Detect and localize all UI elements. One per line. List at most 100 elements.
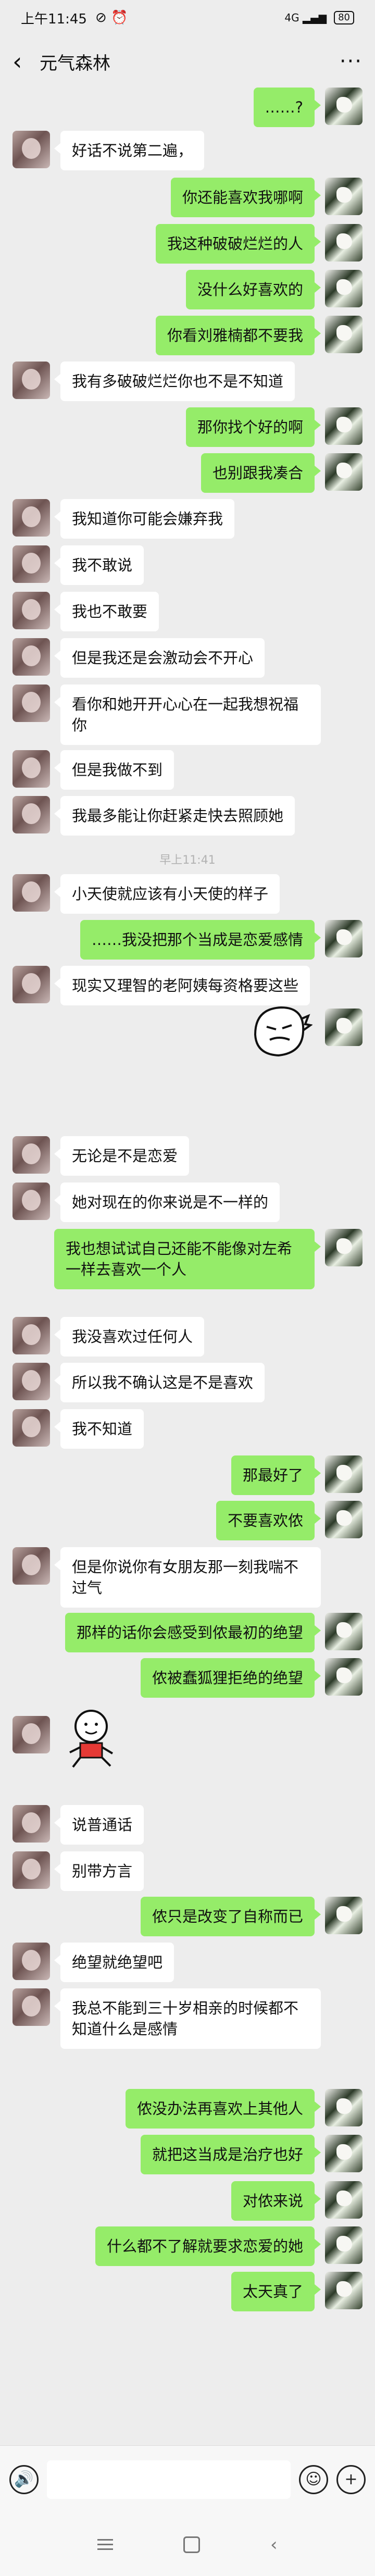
self-avatar[interactable] [325,316,362,353]
system-nav-bar: ‹ [0,2513,375,2576]
self-avatar[interactable] [325,2089,362,2126]
message-bubble[interactable]: 但是你说你有女朋友那一刻我喘不过气 [54,1547,321,1608]
contact-avatar[interactable] [12,1409,50,1447]
contact-avatar[interactable] [12,1136,50,1174]
nav-back-icon[interactable]: ‹ [270,2534,278,2555]
contact-avatar[interactable] [12,1317,50,1354]
contact-avatar[interactable] [12,638,50,676]
contact-avatar[interactable] [12,1943,50,1980]
message-bubble[interactable]: ……我没把那个当成是恋爱感情 [80,920,321,960]
sticker-image[interactable] [245,998,313,1065]
message-bubble[interactable]: 说普通话 [54,1805,144,1845]
message-bubble[interactable]: ……? [253,88,321,127]
status-bar: 上午11:45 ⊘ ⏰ 4G ▂▄▆ 80 [0,0,375,35]
message-bubble[interactable]: 我没喜欢过任何人 [54,1317,205,1357]
message-bubble[interactable]: 好话不说第二遍， [54,131,205,170]
message-bubble[interactable]: 我有多破破烂烂你也不是不知道 [54,362,295,401]
contact-avatar[interactable] [12,1183,50,1220]
contact-avatar[interactable] [12,1363,50,1400]
chat-title: 元气森林 [40,53,110,74]
message-bubble[interactable]: 太天真了 [231,2272,321,2311]
back-icon[interactable]: ‹ [12,47,33,76]
message-bubble[interactable]: 但是我还是会激动会不开心 [54,638,265,678]
message-bubble[interactable]: 不要喜欢侬 [216,1501,321,1540]
message-bubble[interactable]: 我也不敢要 [54,592,159,631]
message-bubble[interactable]: 那样的话你会感受到侬最初的绝望 [65,1613,321,1652]
self-avatar[interactable] [325,1455,362,1493]
message-bubble[interactable]: 侬被蠢狐狸拒绝的绝望 [140,1658,321,1698]
contact-avatar[interactable] [12,1716,50,1753]
message-bubble[interactable]: 所以我不确认这是不是喜欢 [54,1363,265,1402]
message-bubble[interactable]: 我这种破破烂烂的人 [155,224,321,264]
contact-avatar[interactable] [12,1988,50,2026]
battery-icon: 80 [334,11,354,24]
contact-avatar[interactable] [12,592,50,629]
message-bubble[interactable]: 我最多能让你赶紧走快去照顾她 [54,796,295,836]
message-bubble[interactable]: 那你找个好的啊 [185,407,321,447]
self-avatar[interactable] [325,1229,362,1266]
message-bubble[interactable]: 也别跟我凑合 [201,453,321,493]
contact-avatar[interactable] [12,499,50,537]
message-bubble[interactable]: 就把这当成是治疗也好 [140,2135,321,2174]
self-avatar[interactable] [325,1897,362,1934]
message-bubble[interactable]: 你看刘雅楠都不要我 [155,316,321,355]
more-icon[interactable]: ··· [340,49,362,73]
self-avatar[interactable] [325,453,362,491]
contact-avatar[interactable] [12,362,50,399]
emoji-icon[interactable]: ☺ [299,2465,328,2494]
sticker-image[interactable] [63,1706,120,1773]
contact-avatar[interactable] [12,131,50,168]
self-avatar[interactable] [325,920,362,957]
timestamp: 早上11:41 [159,854,216,867]
self-avatar[interactable] [325,407,362,445]
contact-avatar[interactable] [12,874,50,912]
message-bubble[interactable]: 看你和她开开心心在一起我想祝福你 [54,685,321,745]
contact-avatar[interactable] [12,1851,50,1889]
self-avatar[interactable] [325,1613,362,1650]
plus-icon[interactable]: + [336,2465,366,2494]
message-bubble[interactable]: 我也想试试自己还能不能像对左希一样去喜欢一个人 [54,1229,321,1289]
contact-avatar[interactable] [12,966,50,1003]
self-avatar[interactable] [325,2181,362,2219]
message-bubble[interactable]: 没什么好喜欢的 [185,270,321,309]
contact-avatar[interactable] [12,1547,50,1585]
home-icon[interactable] [183,2536,201,2553]
message-bubble[interactable]: 我不知道 [54,1409,144,1449]
message-bubble[interactable]: 什么都不了解就要求恋爱的她 [95,2226,321,2266]
message-bubble[interactable]: 她对现在的你来说是不一样的 [54,1183,280,1222]
message-bubble[interactable]: 无论是不是恋爱 [54,1136,190,1176]
self-avatar[interactable] [325,2135,362,2172]
self-avatar[interactable] [325,1658,362,1696]
self-avatar[interactable] [325,2226,362,2264]
message-bubble[interactable]: 别带方言 [54,1851,144,1891]
message-bubble[interactable]: 侬只是改变了自称而已 [140,1897,321,1936]
contact-avatar[interactable] [12,796,50,833]
chat-header: ‹ 元气森林 ··· [0,35,375,88]
message-bubble[interactable]: 但是我做不到 [54,750,174,790]
self-avatar[interactable] [325,270,362,307]
voice-icon[interactable]: 🔊 [9,2465,39,2494]
message-bubble[interactable]: 我总不能到三十岁相亲的时候都不知道什么是感情 [54,1988,321,2049]
message-input[interactable] [47,2460,291,2499]
message-bubble[interactable]: 小天使就应该有小天使的样子 [54,874,280,914]
contact-avatar[interactable] [12,750,50,788]
self-avatar[interactable] [325,2272,362,2309]
self-avatar[interactable] [325,224,362,262]
contact-avatar[interactable] [12,685,50,722]
message-bubble[interactable]: 我知道你可能会嫌弃我 [54,499,235,539]
input-bar: 🔊 ☺ + [0,2445,375,2513]
self-avatar[interactable] [325,88,362,125]
message-bubble[interactable]: 我不敢说 [54,545,144,585]
self-avatar[interactable] [325,1501,362,1538]
message-bubble[interactable]: 你还能喜欢我哪啊 [170,178,321,217]
message-bubble[interactable]: 对侬来说 [231,2181,321,2221]
message-bubble[interactable]: 那最好了 [231,1455,321,1495]
message-bubble[interactable]: 侬没办法再喜欢上其他人 [125,2089,321,2129]
menu-icon[interactable] [97,2539,114,2550]
status-time: 上午11:45 [21,11,87,27]
self-avatar[interactable] [325,1009,362,1046]
self-avatar[interactable] [325,178,362,215]
contact-avatar[interactable] [12,545,50,583]
contact-avatar[interactable] [12,1805,50,1843]
message-bubble[interactable]: 绝望就绝望吧 [54,1943,174,1982]
